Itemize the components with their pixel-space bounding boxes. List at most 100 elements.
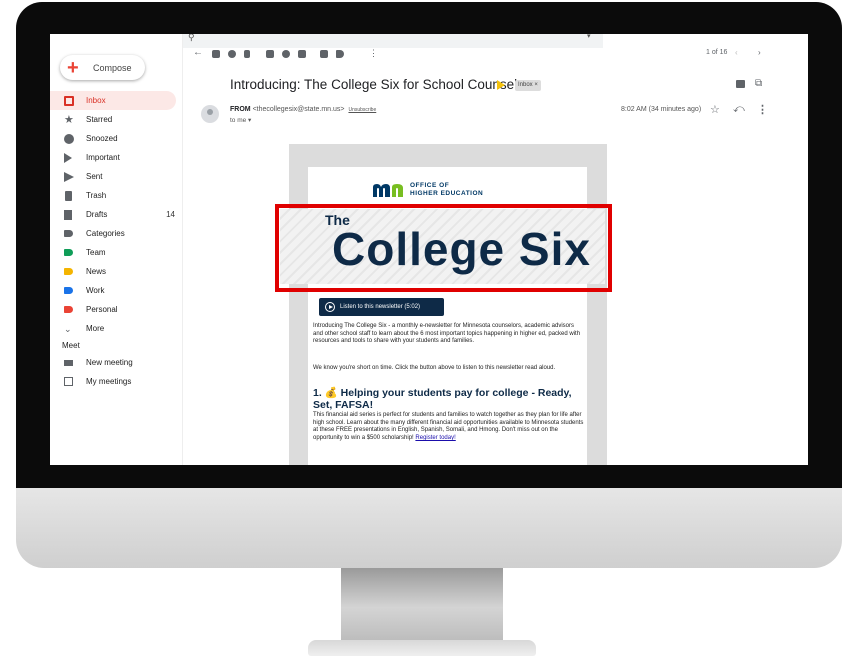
chevron-right-icon[interactable]: › [758,48,761,57]
message-toolbar: ← ⋮ 1 of 16 ‹ › [183,47,808,64]
delete-icon[interactable] [244,50,250,58]
sidebar-item-news[interactable]: News [50,262,183,281]
sender-address: <thecollegesix@state.mn.us> [252,106,345,113]
sidebar-item-inbox[interactable]: Inbox [50,91,176,110]
camera-icon [64,359,73,366]
snooze-icon[interactable] [282,50,290,58]
sidebar-item-label: More [86,324,105,333]
sidebar-item-label: Categories [86,229,125,238]
intro-paragraph: Introducing The College Six - a monthly … [313,323,581,345]
sidebar-item-label: Trash [86,191,107,200]
section-heading: 1. 💰 Helping your students pay for colle… [313,387,572,411]
plus-icon: + [67,56,79,79]
sidebar-item-drafts[interactable]: Drafts 14 [50,205,183,224]
more-options-icon[interactable]: ⋮ [369,48,378,59]
sidebar-item-team[interactable]: Team [50,243,183,262]
sender-avatar [201,105,219,123]
sidebar-item-starred[interactable]: ★ Starred [50,110,183,129]
archive-icon[interactable] [212,50,220,58]
pager-text: 1 of 16 [706,49,728,56]
search-icon[interactable]: ⚲ [188,34,195,43]
label-icon [64,287,73,294]
monitor-chin [16,488,842,568]
sidebar-item-label: Starred [86,115,113,124]
org-name: OFFICE OF HIGHER EDUCATION [410,182,483,198]
important-icon [64,152,72,163]
important-marker-icon[interactable] [497,80,505,90]
compose-button[interactable]: + Compose [60,55,145,80]
org-line-1: OFFICE OF [410,182,450,189]
mark-unread-icon[interactable] [266,50,274,58]
sidebar-item-new-meeting[interactable]: New meeting [50,353,183,372]
chevron-left-icon[interactable]: ‹ [735,48,738,57]
inbox-icon [64,95,74,106]
monitor-foot [308,640,536,656]
sidebar-item-snoozed[interactable]: Snoozed [50,129,183,148]
clock-icon [64,133,74,144]
highlight-box [275,204,612,292]
sidebar-item-label: Work [86,286,105,295]
reply-icon[interactable]: ⤺ [733,103,745,116]
label-icon [64,268,73,275]
trash-icon [65,190,72,201]
sidebar-item-more[interactable]: ⌄ More [50,319,183,338]
back-arrow-icon[interactable]: ← [193,47,203,58]
org-line-2: HIGHER EDUCATION [410,190,484,197]
sidebar-item-personal[interactable]: Personal [50,300,183,319]
sidebar-item-sent[interactable]: Sent [50,167,183,186]
report-spam-icon[interactable] [228,50,236,58]
calendar-icon [64,377,73,386]
sidebar-item-my-meetings[interactable]: My meetings [50,372,183,391]
sidebar-item-label: My meetings [86,377,132,386]
sidebar-item-label: Inbox [86,96,106,105]
screen: + Compose Inbox ★ Starred Snoozed Import… [50,34,808,465]
sidebar-item-label: Personal [86,305,118,314]
label-as-icon[interactable] [336,50,344,58]
search-bar[interactable] [183,34,603,48]
sidebar-item-label: Snoozed [86,134,118,143]
nav-list: Inbox ★ Starred Snoozed Important Sent T… [50,91,183,391]
from-line: FROM <thecollegesix@state.mn.us> Unsubsc… [230,106,376,113]
sidebar-item-label: Team [86,248,106,257]
inbox-label-chip[interactable]: Inbox × [515,80,541,91]
email-timestamp: 8:02 AM (34 minutes ago) [621,106,702,113]
mn-logo [373,184,403,197]
sidebar-item-label: New meeting [86,358,133,367]
sidebar-item-work[interactable]: Work [50,281,183,300]
listen-button[interactable]: Listen to this newsletter (5:02) [319,298,444,316]
monitor-stand [341,568,503,640]
open-new-window-icon[interactable]: ⧉ [755,78,762,89]
from-label: FROM [230,106,251,113]
sidebar-item-label: Sent [86,172,103,181]
email-subject: Introducing: The College Six for School … [230,77,536,92]
label-icon [64,249,73,256]
add-task-icon[interactable] [298,50,306,58]
move-to-icon[interactable] [320,50,328,58]
unsubscribe-link[interactable]: Unsubscribe [348,107,376,113]
recipient-dropdown[interactable]: to me ▾ [230,116,251,124]
more-vert-icon[interactable]: ⋮ [757,103,768,116]
label-icon [64,306,73,313]
star-outline-icon[interactable]: ☆ [710,103,720,116]
star-icon: ★ [64,113,74,126]
sidebar-item-label: Drafts [86,210,108,219]
compose-label: Compose [93,62,132,73]
register-link[interactable]: Register today! [415,435,455,441]
meet-header: Meet [62,341,80,350]
sidebar-item-label: News [86,267,107,276]
listen-label: Listen to this newsletter (5:02) [340,304,421,310]
search-options-icon[interactable]: ▾ [587,34,591,40]
draft-icon [64,209,72,220]
label-icon [64,230,73,237]
sidebar-item-important[interactable]: Important [50,148,183,167]
drafts-count: 14 [166,210,175,219]
print-icon[interactable] [736,80,745,88]
chevron-down-icon: ⌄ [64,323,72,334]
note-paragraph: We know you're short on time. Click the … [313,365,556,371]
sidebar-item-trash[interactable]: Trash [50,186,183,205]
play-icon [325,302,335,312]
section-body: This financial aid series is perfect for… [313,412,587,442]
send-icon [64,171,74,182]
sidebar: + Compose Inbox ★ Starred Snoozed Import… [50,34,183,465]
sidebar-item-categories[interactable]: Categories [50,224,183,243]
